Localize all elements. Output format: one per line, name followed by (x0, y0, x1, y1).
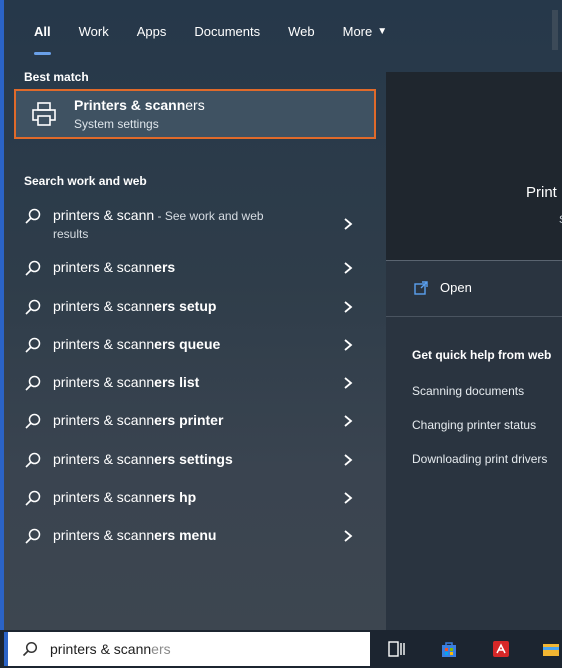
chevron-right-icon[interactable] (343, 300, 353, 314)
suggestion-bold: ers printer (154, 412, 224, 428)
best-match-title-bold: Printers & scann (74, 97, 186, 113)
taskbar: printers & scann ers (0, 630, 562, 668)
suggestion-text: printers & scanners printer (53, 412, 223, 428)
suggestion-item-menu[interactable]: printers & scanners menu (8, 520, 374, 558)
search-typed-text: printers & scann (50, 641, 152, 657)
suggestion-text: printers & scanners (53, 259, 175, 275)
suggestion-line2: results (53, 227, 89, 241)
search-icon (25, 452, 41, 468)
help-link-printer-status[interactable]: Changing printer status (412, 418, 536, 432)
search-completion-text: ers (151, 641, 171, 657)
suggestion-bold: ers (154, 259, 176, 275)
caret-down-icon: ▼ (377, 25, 388, 37)
help-link-drivers[interactable]: Downloading print drivers (412, 452, 547, 466)
suggestion-item-queue[interactable]: printers & scanners queue (8, 329, 374, 367)
tab-documents[interactable]: Documents (194, 24, 260, 39)
suggestion-item-setup[interactable]: printers & scanners setup (8, 291, 374, 329)
search-scope-tabs: All Work Apps Documents Web More ▼ (8, 0, 562, 62)
search-icon (22, 641, 38, 657)
best-match-result[interactable]: Printers & scanners System settings (14, 89, 376, 139)
best-match-subtitle: System settings (74, 117, 159, 131)
search-icon (25, 260, 41, 276)
best-match-title: Printers & scanners (74, 97, 205, 113)
divider (386, 260, 562, 261)
file-explorer-icon[interactable] (542, 640, 560, 658)
search-icon (25, 528, 41, 544)
start-search-panel: All Work Apps Documents Web More ▼ Best … (0, 0, 562, 630)
chevron-right-icon[interactable] (343, 414, 353, 428)
acrobat-icon[interactable] (492, 640, 510, 658)
chevron-right-icon[interactable] (343, 453, 353, 467)
suggestion-text: printers & scanners setup (53, 298, 216, 314)
suggestion-prefix: printers & scann (53, 259, 155, 275)
suggestion-bold: ers menu (154, 527, 217, 543)
open-label: Open (440, 280, 472, 295)
printer-icon (32, 102, 56, 126)
suggestion-bold: ers queue (154, 336, 221, 352)
suggestion-item-hp[interactable]: printers & scanners hp (8, 482, 374, 520)
store-icon[interactable] (440, 640, 458, 658)
suggestion-bold: ers list (154, 374, 200, 390)
chevron-right-icon[interactable] (343, 491, 353, 505)
search-icon (25, 299, 41, 315)
suggestion-item-web-results[interactable]: printers & scann - See work and web resul… (8, 200, 374, 241)
chevron-right-icon[interactable] (343, 217, 353, 231)
search-icon (25, 413, 41, 429)
suggestion-prefix: printers & scann (53, 527, 155, 543)
suggestion-prefix: printers & scann (53, 207, 155, 223)
preview-pane: Print S Open Get quick help from web Sca… (386, 72, 562, 630)
preview-header (386, 72, 562, 260)
suggestion-prefix: printers & scann (53, 374, 155, 390)
suggestion-item-ers[interactable]: printers & scanners (8, 252, 374, 290)
suggestion-item-printer[interactable]: printers & scanners printer (8, 405, 374, 443)
tab-work[interactable]: Work (79, 24, 109, 39)
suggestion-text: printers & scanners menu (53, 527, 216, 543)
chevron-right-icon[interactable] (343, 529, 353, 543)
chevron-right-icon[interactable] (343, 261, 353, 275)
open-icon (414, 280, 428, 295)
options-menu-icon[interactable] (552, 10, 558, 50)
suggestion-item-settings[interactable]: printers & scanners settings (8, 444, 374, 482)
suggestion-text: printers & scanners hp (53, 489, 196, 505)
suggestion-bold: ers setup (154, 298, 217, 314)
task-view-icon[interactable] (388, 640, 406, 658)
suggestion-text: printers & scanners queue (53, 336, 220, 352)
best-match-text: Printers & scanners System settings (74, 97, 205, 131)
tab-apps[interactable]: Apps (137, 24, 167, 39)
preview-app-name: Print (526, 184, 557, 201)
search-icon (25, 375, 41, 391)
tab-more-label: More (342, 23, 373, 39)
suggestion-suffix: - See work and web (154, 209, 264, 223)
chevron-right-icon[interactable] (343, 338, 353, 352)
tab-all[interactable]: All (34, 24, 51, 55)
suggestion-bold: ers hp (154, 489, 197, 505)
help-link-scanning[interactable]: Scanning documents (412, 384, 524, 398)
results-pane: Best match Printers & scanners System se… (8, 62, 376, 630)
best-match-title-rest: ers (185, 97, 205, 113)
suggestion-prefix: printers & scann (53, 412, 155, 428)
chevron-right-icon[interactable] (343, 376, 353, 390)
suggestion-prefix: printers & scann (53, 489, 155, 505)
suggestion-prefix: printers & scann (53, 336, 155, 352)
open-action[interactable]: Open (414, 280, 472, 295)
suggestion-prefix: printers & scann (53, 451, 155, 467)
search-icon (25, 208, 41, 224)
divider (386, 316, 562, 317)
suggestion-text: printers & scanners list (53, 374, 199, 390)
search-section-header: Search work and web (24, 174, 147, 188)
tab-web[interactable]: Web (288, 24, 315, 39)
search-input[interactable]: printers & scann ers (4, 632, 370, 666)
quick-help-header: Get quick help from web (412, 348, 552, 362)
tab-more[interactable]: More ▼ (343, 24, 388, 39)
best-match-header: Best match (24, 70, 89, 84)
suggestion-bold: ers settings (154, 451, 233, 467)
search-icon (25, 490, 41, 506)
suggestion-text: printers & scann - See work and web resul… (53, 207, 264, 241)
search-icon (25, 337, 41, 353)
suggestion-item-list[interactable]: printers & scanners list (8, 367, 374, 405)
suggestion-prefix: printers & scann (53, 298, 155, 314)
suggestion-text: printers & scanners settings (53, 451, 233, 467)
